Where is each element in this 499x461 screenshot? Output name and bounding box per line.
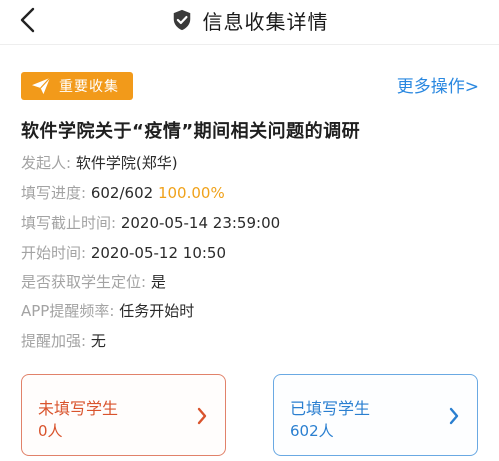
start-time-row: 开始时间: 2020-05-12 10:50: [21, 243, 226, 263]
survey-title: 软件学院关于“疫情”期间相关问题的调研: [21, 121, 361, 142]
reinforce-label: 提醒加强:: [21, 332, 87, 350]
initiator-row: 发起人: 软件学院(郑华): [21, 153, 178, 173]
reminder-value: 任务开始时: [119, 302, 195, 320]
location-label: 是否获取学生定位:: [21, 273, 147, 291]
deadline-row: 填写截止时间: 2020-05-14 23:59:00: [21, 213, 280, 233]
unfilled-students-count: 0人: [38, 422, 63, 440]
chevron-right-icon: [449, 407, 459, 425]
priority-tag-label: 重要收集: [59, 79, 119, 95]
unfilled-students-card[interactable]: 未填写学生 0人: [21, 374, 226, 456]
initiator-label: 发起人:: [21, 154, 72, 172]
more-actions-link[interactable]: 更多操作>: [397, 72, 479, 97]
location-row: 是否获取学生定位: 是: [21, 272, 166, 292]
filled-students-count: 602人: [290, 422, 334, 440]
start-time-label: 开始时间:: [21, 244, 87, 262]
reminder-label: APP提醒频率:: [21, 302, 115, 320]
paper-plane-icon: [32, 77, 51, 95]
unfilled-students-title: 未填写学生: [38, 399, 119, 418]
page-title: 信息收集详情: [202, 9, 329, 34]
deadline-value: 2020-05-14 23:59:00: [120, 214, 281, 232]
progress-row: 填写进度: 602/602 100.00%: [21, 183, 225, 203]
progress-percent: 100.00%: [157, 184, 225, 202]
header-bar: 信息收集详情: [0, 0, 499, 46]
header-title-group: 信息收集详情: [0, 0, 499, 40]
filled-students-title: 已填写学生: [290, 399, 371, 418]
deadline-label: 填写截止时间:: [21, 214, 117, 232]
progress-label: 填写进度:: [21, 184, 87, 202]
chevron-right-icon: [197, 407, 207, 425]
back-button[interactable]: [14, 6, 44, 36]
reinforce-row: 提醒加强: 无: [21, 331, 106, 351]
location-value: 是: [150, 273, 166, 291]
header-divider: [0, 44, 499, 45]
shield-check-icon: [173, 9, 190, 31]
priority-tag: 重要收集: [21, 72, 133, 100]
initiator-value: 软件学院(郑华): [75, 154, 178, 172]
reminder-row: APP提醒频率: 任务开始时: [21, 301, 194, 321]
filled-students-card[interactable]: 已填写学生 602人: [273, 374, 478, 456]
chevron-left-icon: [20, 7, 35, 33]
reinforce-value: 无: [90, 332, 106, 350]
progress-value: 602/602: [90, 184, 154, 202]
start-time-value: 2020-05-12 10:50: [90, 244, 227, 262]
